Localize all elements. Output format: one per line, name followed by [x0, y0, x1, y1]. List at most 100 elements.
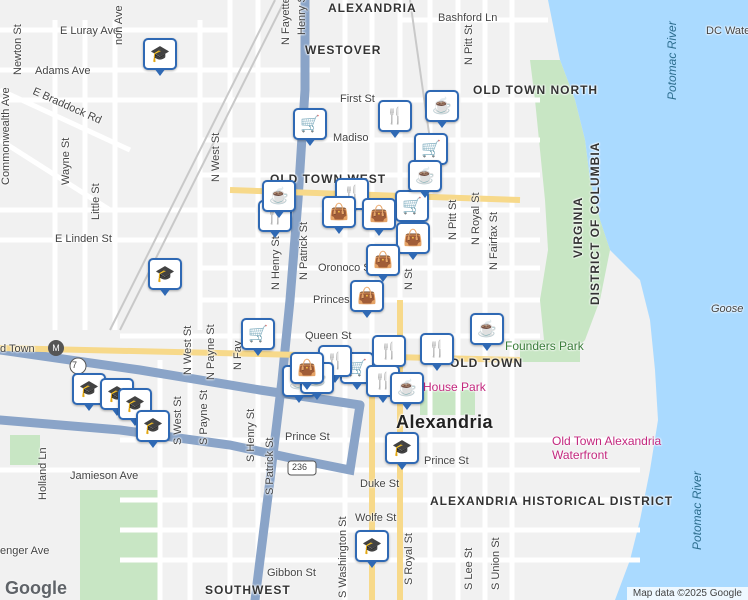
street-label: Commonwealth Ave — [0, 87, 12, 185]
coffee-icon: ☕ — [262, 180, 296, 212]
marker-pointer — [333, 226, 345, 234]
marker-pointer — [389, 130, 401, 138]
street-label: First St — [340, 93, 375, 105]
coffee-icon: ☕ — [390, 372, 424, 404]
marker-pointer — [373, 228, 385, 236]
street-label: N West St — [182, 325, 194, 375]
shopping-bag-marker[interactable]: 👜 — [350, 280, 384, 320]
neighborhood-label-old-town: OLD TOWN — [450, 356, 524, 370]
map-attribution[interactable]: Map data ©2025 Google — [626, 587, 748, 600]
shopping-bag-marker[interactable]: 👜 — [362, 198, 396, 238]
street-label: Holland Ln — [37, 447, 49, 500]
marker-pointer — [351, 382, 363, 390]
neighborhood-label-historical-district: ALEXANDRIA HISTORICAL DISTRICT — [430, 494, 674, 508]
street-label: Prince St — [285, 431, 330, 443]
street-label: S West St — [172, 396, 184, 445]
coffee-marker[interactable]: ☕ — [470, 313, 504, 353]
street-label: Queen St — [305, 330, 352, 342]
school-marker[interactable]: 🎓 — [143, 38, 177, 78]
water-label-potomac-river-north: Potomac River — [665, 21, 679, 100]
street-label: N West St — [210, 132, 222, 182]
street-label: Madiso — [333, 132, 369, 144]
shopping-bag-icon: 👜 — [322, 196, 356, 228]
coffee-icon: ☕ — [425, 90, 459, 122]
street-label: N Fayette St — [280, 0, 292, 45]
restaurant-icon: 🍴 — [372, 335, 406, 367]
street-label: Newton St — [12, 24, 24, 75]
street-label: S Washington St — [337, 516, 349, 598]
shopping-bag-marker[interactable]: 👜 — [366, 244, 400, 284]
water-label-potomac-river-south: Potomac River — [690, 471, 704, 550]
shopping-bag-marker[interactable]: 👜 — [396, 222, 430, 262]
street-label: Oronoco S — [318, 262, 371, 274]
shopping-bag-icon: 👜 — [350, 280, 384, 312]
coffee-icon: ☕ — [408, 160, 442, 192]
school-marker[interactable]: 🎓 — [148, 258, 182, 298]
street-label: N Pitt St — [463, 24, 475, 65]
coffee-marker[interactable]: ☕ — [425, 90, 459, 130]
school-marker[interactable]: 🎓 — [385, 432, 419, 472]
school-icon: 🎓 — [385, 432, 419, 464]
neighborhood-label-alexandria: ALEXANDRIA — [328, 1, 417, 15]
shopping-bag-marker[interactable]: 👜 — [322, 196, 356, 236]
map-canvas[interactable]: ALEXANDRIA WESTOVER OLD TOWN NORTH OLD T… — [0, 0, 748, 600]
marker-pointer — [366, 560, 378, 568]
marker-pointer — [377, 395, 389, 403]
coffee-marker[interactable]: ☕ — [408, 160, 442, 200]
school-marker[interactable]: 🎓 — [136, 410, 170, 450]
marker-pointer — [481, 343, 493, 351]
shopping-bag-marker[interactable]: 👜 — [290, 352, 324, 392]
route-shield-236: 236 — [292, 462, 308, 472]
restaurant-icon: 🍴 — [420, 333, 454, 365]
restaurant-marker[interactable]: 🍴 — [378, 100, 412, 140]
place-label-old-town-metro: d Town — [0, 343, 35, 355]
google-logo[interactable]: Google — [5, 578, 67, 599]
coffee-marker[interactable]: ☕ — [390, 372, 424, 412]
street-label: N Royal St — [470, 192, 482, 245]
street-label: N St — [403, 268, 415, 290]
marker-pointer — [159, 288, 171, 296]
shopping-cart-icon: 🛒 — [293, 108, 327, 140]
place-label-goose: Goose — [711, 303, 744, 315]
place-label-old-town-waterfront: Old Town Alexandria Waterfront — [552, 434, 662, 462]
marker-pointer — [436, 120, 448, 128]
marker-pointer — [431, 363, 443, 371]
shopping-bag-icon: 👜 — [290, 352, 324, 384]
marker-pointer — [407, 252, 419, 260]
street-label: S Patrick St — [264, 437, 276, 495]
street-label: N Patrick St — [298, 221, 310, 280]
marker-pointer — [252, 348, 264, 356]
region-label-district-of-columbia: DISTRICT OF COLUMBIA — [588, 141, 602, 305]
metro-icon[interactable]: M — [48, 340, 64, 356]
street-label: Gibbon St — [267, 567, 316, 579]
street-label: S Royal St — [403, 533, 415, 585]
shopping-cart-marker[interactable]: 🛒 — [293, 108, 327, 148]
shopping-cart-marker[interactable]: 🛒 — [241, 318, 275, 358]
region-label-virginia: VIRGINIA — [571, 196, 585, 258]
neighborhood-label-westover: WESTOVER — [305, 43, 382, 57]
marker-pointer — [361, 310, 373, 318]
school-icon: 🎓 — [355, 530, 389, 562]
marker-pointer — [401, 402, 413, 410]
school-icon: 🎓 — [143, 38, 177, 70]
coffee-marker[interactable]: ☕ — [262, 180, 296, 220]
restaurant-marker[interactable]: 🍴 — [420, 333, 454, 373]
street-label: S Henry St — [245, 408, 257, 462]
marker-pointer — [269, 230, 281, 238]
street-label: Little St — [90, 183, 102, 220]
coffee-icon: ☕ — [470, 313, 504, 345]
place-label-founders-park: Founders Park — [505, 339, 584, 353]
marker-pointer — [311, 392, 323, 400]
place-label-house-park: House Park — [423, 380, 486, 394]
marker-pointer — [304, 138, 316, 146]
marker-pointer — [396, 462, 408, 470]
marker-pointer — [83, 403, 95, 411]
marker-pointer — [273, 210, 285, 218]
shopping-bag-icon: 👜 — [362, 198, 396, 230]
street-label: Jamieson Ave — [70, 470, 139, 482]
school-marker[interactable]: 🎓 — [355, 530, 389, 570]
street-label: S Payne St — [198, 389, 210, 445]
region-label-dc-water: DC Water — [706, 25, 748, 37]
marker-pointer — [419, 190, 431, 198]
street-label: N Payne St — [205, 324, 217, 380]
